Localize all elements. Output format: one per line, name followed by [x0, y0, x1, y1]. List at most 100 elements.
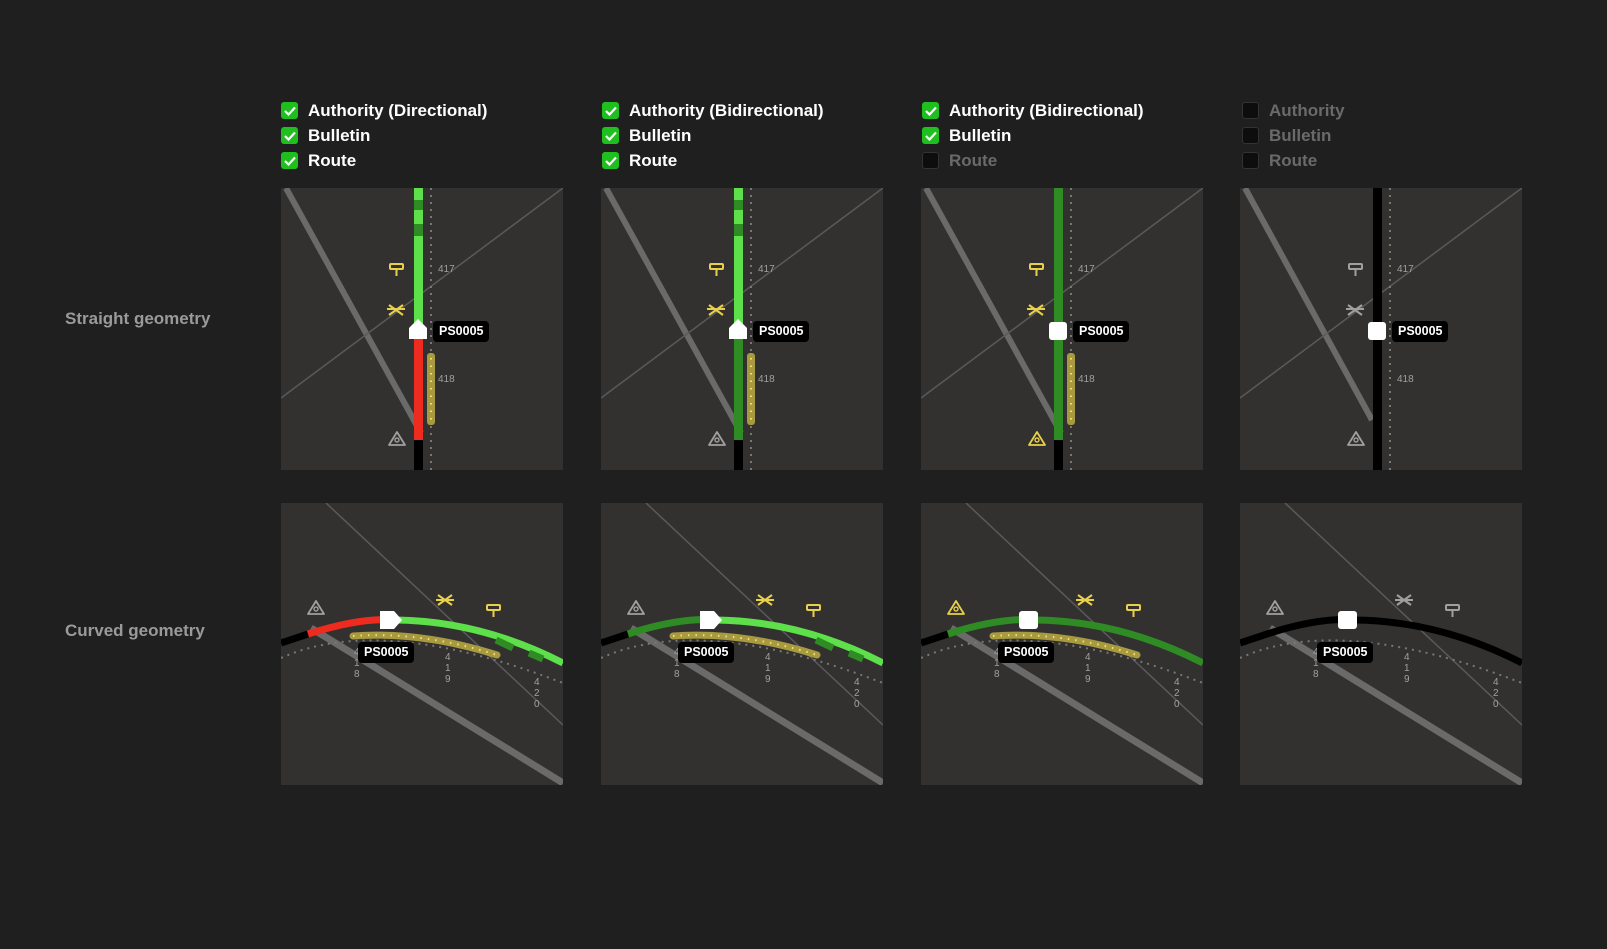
map-panel-straight-3[interactable]: 417 418 PS0005 [921, 188, 1203, 470]
map-panel-straight-2[interactable]: 417 418 PS0005 [601, 188, 883, 470]
legend-item-authority[interactable]: Authority (Bidirectional) [602, 98, 824, 123]
svg-text:0: 0 [1493, 699, 1499, 710]
legend-item-route[interactable]: Route [281, 148, 487, 173]
checkbox[interactable] [602, 102, 619, 119]
checkbox[interactable] [922, 127, 939, 144]
switch-icon [1028, 431, 1046, 446]
train-marker [729, 319, 747, 339]
legend-label: Authority (Bidirectional) [949, 100, 1144, 120]
legend-label: Bulletin [308, 125, 371, 145]
checkbox[interactable] [281, 102, 298, 119]
map-panel-curved-3[interactable]: 418 419 420 PS0005 [921, 503, 1203, 785]
legend-item-route[interactable]: Route [602, 148, 824, 173]
svg-text:418: 418 [758, 374, 775, 385]
signal-icon [709, 263, 724, 276]
legend-label: Bulletin [949, 125, 1012, 145]
svg-text:2: 2 [1493, 688, 1499, 699]
svg-text:418: 418 [1078, 374, 1095, 385]
checkbox[interactable] [922, 152, 939, 169]
map-panel-curved-1[interactable]: 418 419 420 PS0005 [281, 503, 563, 785]
svg-text:1: 1 [765, 663, 771, 674]
svg-text:8: 8 [674, 669, 680, 680]
svg-text:4: 4 [765, 652, 771, 663]
svg-text:1: 1 [445, 663, 451, 674]
legend-item-bulletin[interactable]: Bulletin [281, 123, 487, 148]
train-tag[interactable]: PS0005 [1392, 321, 1449, 342]
crossing-icon [707, 304, 725, 316]
svg-text:8: 8 [1313, 669, 1319, 680]
legend-item-bulletin[interactable]: Bulletin [922, 123, 1144, 148]
track-map: 417 418 [921, 188, 1203, 470]
checkbox-check-icon [604, 156, 617, 166]
checkbox-check-icon [924, 131, 937, 141]
signal-icon [389, 263, 404, 276]
legend-item-bulletin[interactable]: Bulletin [602, 123, 824, 148]
train-tag[interactable]: PS0005 [998, 642, 1055, 663]
checkbox-check-icon [283, 106, 296, 116]
map-panel-curved-4[interactable]: 418 419 420 PS0005 [1240, 503, 1522, 785]
legend-item-authority[interactable]: Authority (Bidirectional) [922, 98, 1144, 123]
checkbox[interactable] [602, 152, 619, 169]
legend-label: Authority (Directional) [308, 100, 488, 120]
switch-icon [1266, 600, 1284, 615]
svg-text:417: 417 [758, 264, 775, 275]
train-marker [1049, 322, 1067, 340]
legend-item-route[interactable]: Route [922, 148, 1144, 173]
checkbox[interactable] [922, 102, 939, 119]
checkbox[interactable] [1242, 102, 1259, 119]
legend-label: Route [629, 150, 678, 170]
legend-item-authority[interactable]: Authority (Directional) [281, 98, 487, 123]
map-panel-curved-2[interactable]: 418 419 420 PS0005 [601, 503, 883, 785]
track-map: 418 419 420 [921, 503, 1203, 785]
legend-item-bulletin[interactable]: Bulletin [1242, 123, 1345, 148]
train-marker [700, 611, 722, 629]
svg-text:4: 4 [1493, 677, 1499, 688]
checkbox-check-icon [924, 106, 937, 116]
legend-column-3: Authority (Bidirectional) Bulletin Route [922, 98, 1144, 173]
checkbox[interactable] [1242, 127, 1259, 144]
checkbox-check-icon [604, 106, 617, 116]
map-panel-straight-1[interactable]: 417 418 PS0005 [281, 188, 563, 470]
crossing-icon [1027, 304, 1045, 316]
legend-label: Authority (Bidirectional) [629, 100, 824, 120]
checkbox[interactable] [281, 127, 298, 144]
train-tag[interactable]: PS0005 [433, 321, 490, 342]
legend-item-route[interactable]: Route [1242, 148, 1345, 173]
svg-text:2: 2 [534, 688, 540, 699]
svg-text:418: 418 [1397, 374, 1414, 385]
svg-text:9: 9 [1404, 674, 1410, 685]
legend-column-1: Authority (Directional) Bulletin Route [281, 98, 487, 173]
legend-label: Route [949, 150, 998, 170]
track-map: 418 419 420 [1240, 503, 1522, 785]
row-label-straight: Straight geometry [65, 309, 211, 328]
svg-text:4: 4 [854, 677, 860, 688]
crossing-icon [1076, 594, 1094, 606]
legend-item-authority[interactable]: Authority [1242, 98, 1345, 123]
checkbox[interactable] [1242, 152, 1259, 169]
map-panel-straight-4[interactable]: 417 418 PS0005 [1240, 188, 1522, 470]
train-tag[interactable]: PS0005 [753, 321, 810, 342]
checkbox[interactable] [602, 127, 619, 144]
svg-text:8: 8 [994, 669, 1000, 680]
train-tag[interactable]: PS0005 [1317, 642, 1374, 663]
svg-text:9: 9 [1085, 674, 1091, 685]
checkbox[interactable] [281, 152, 298, 169]
train-marker [1338, 611, 1357, 629]
signal-icon [1126, 604, 1141, 617]
track-map: 418 419 420 [601, 503, 883, 785]
signal-icon [1348, 263, 1363, 276]
svg-text:4: 4 [1085, 652, 1091, 663]
train-tag[interactable]: PS0005 [678, 642, 735, 663]
svg-text:8: 8 [354, 669, 360, 680]
svg-text:417: 417 [438, 264, 455, 275]
train-marker [1368, 322, 1386, 340]
crossing-icon [387, 304, 405, 316]
train-tag[interactable]: PS0005 [358, 642, 415, 663]
checkbox-check-icon [283, 131, 296, 141]
svg-text:418: 418 [438, 374, 455, 385]
signal-icon [1029, 263, 1044, 276]
train-tag[interactable]: PS0005 [1073, 321, 1130, 342]
row-label-curved: Curved geometry [65, 621, 205, 640]
legend-column-4: Authority Bulletin Route [1242, 98, 1345, 173]
svg-text:9: 9 [445, 674, 451, 685]
